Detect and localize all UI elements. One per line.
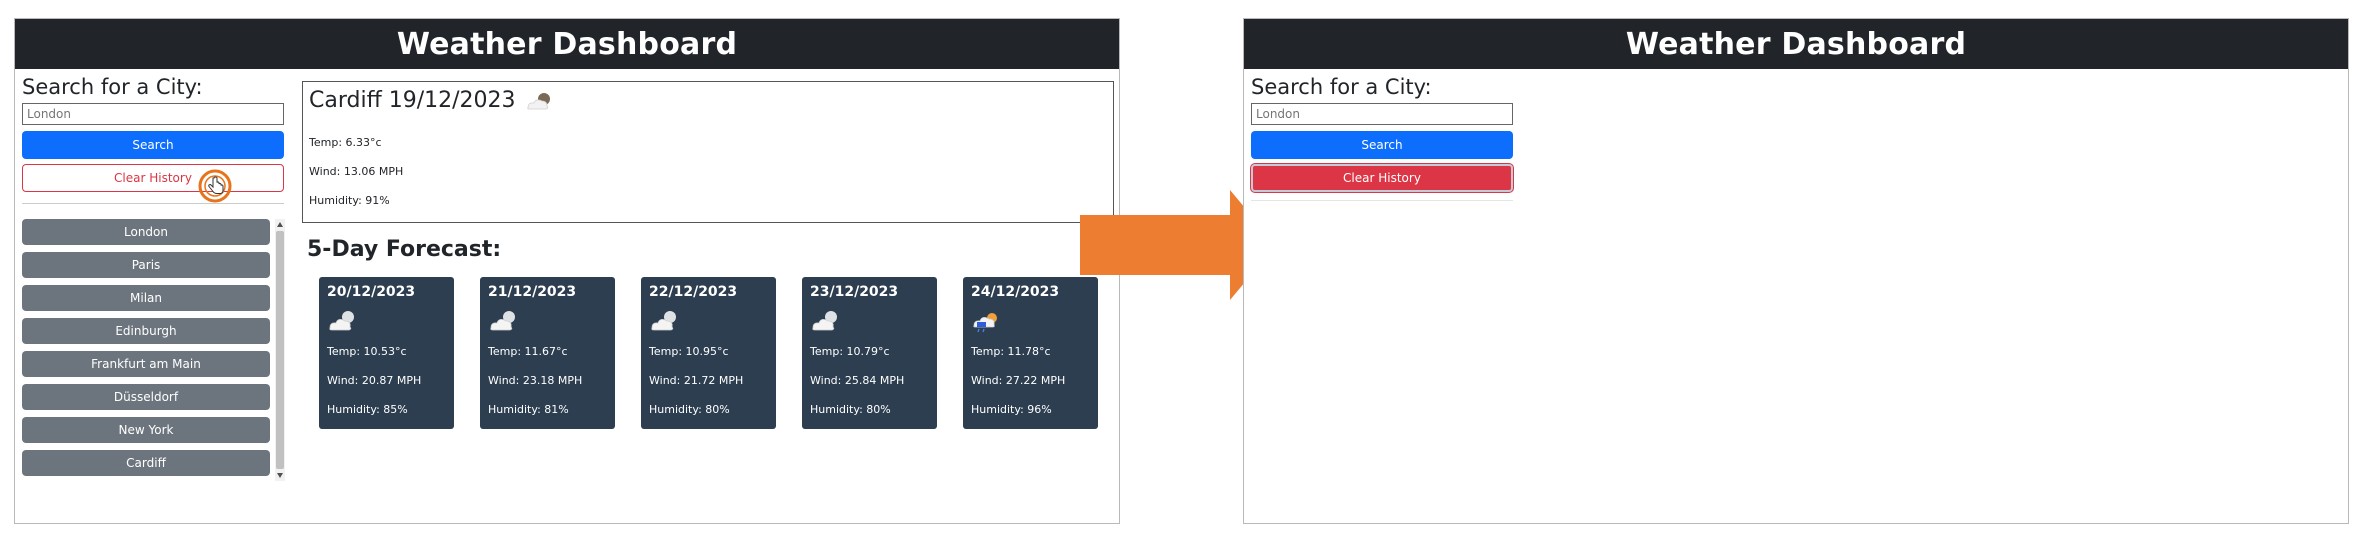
forecast-wind: Wind: 23.18 MPH [488, 374, 583, 387]
forecast-wind: Wind: 20.87 MPH [327, 374, 422, 387]
partly-cloudy-icon [490, 311, 515, 331]
page-title: Weather Dashboard [1625, 26, 1967, 62]
forecast-temp: Temp: 10.95°c [649, 345, 729, 358]
partly-cloudy-icon [526, 92, 550, 109]
forecast-date: 20/12/2023 [327, 284, 416, 300]
dashboard-before: Weather Dashboard Search for a City: Sea… [14, 18, 1120, 524]
forecast-humidity: Humidity: 80% [810, 403, 891, 416]
city-search-input[interactable] [1251, 103, 1513, 125]
clear-history-button[interactable]: Clear History [22, 164, 284, 192]
forecast-temp: Temp: 11.67°c [488, 345, 568, 358]
current-weather-card: Cardiff 19/12/2023 Temp: 6.33°c Wind: 13… [302, 81, 1114, 223]
forecast-temp: Temp: 10.79°c [810, 345, 890, 358]
rain-sun-icon [973, 313, 997, 333]
history-item-milan[interactable]: Milan [22, 285, 270, 311]
history-item-paris[interactable]: Paris [22, 252, 270, 278]
forecast-date: 21/12/2023 [488, 284, 577, 300]
partly-cloudy-icon [651, 311, 676, 331]
forecast-date: 24/12/2023 [971, 284, 1060, 300]
forecast-card-4: 23/12/2023 Temp: 10.79°c Wind: 25.84 MPH… [802, 277, 937, 429]
search-button[interactable]: Search [1251, 131, 1513, 159]
divider [22, 203, 284, 204]
forecast-temp: Temp: 10.53°c [327, 345, 407, 358]
forecast-humidity: Humidity: 96% [971, 403, 1052, 416]
current-temp: Temp: 6.33°c [309, 136, 382, 149]
scroll-thumb[interactable] [276, 231, 284, 469]
forecast-card-1: 20/12/2023 Temp: 10.53°c Wind: 20.87 MPH… [319, 277, 454, 429]
current-city-date: Cardiff 19/12/2023 [309, 88, 516, 113]
forecast-humidity: Humidity: 81% [488, 403, 569, 416]
click-cursor-icon [198, 169, 232, 203]
page-header: Weather Dashboard [15, 19, 1119, 69]
scroll-down-arrow-icon[interactable] [277, 473, 283, 478]
history-item-dusseldorf[interactable]: Düsseldorf [22, 384, 270, 410]
history-item-cardiff[interactable]: Cardiff [22, 450, 270, 476]
partly-cloudy-icon [329, 311, 354, 331]
forecast-wind: Wind: 25.84 MPH [810, 374, 905, 387]
history-item-edinburgh[interactable]: Edinburgh [22, 318, 270, 344]
scroll-up-arrow-icon[interactable] [277, 222, 283, 227]
history-item-frankfurt[interactable]: Frankfurt am Main [22, 351, 270, 377]
history-scrollbar[interactable] [275, 219, 285, 481]
search-title: Search for a City: [22, 75, 203, 99]
forecast-temp: Temp: 11.78°c [971, 345, 1051, 358]
divider [1251, 200, 1513, 201]
current-humidity: Humidity: 91% [309, 194, 390, 207]
search-button[interactable]: Search [22, 131, 284, 159]
history-item-new-york[interactable]: New York [22, 417, 270, 443]
forecast-card-5: 24/12/2023 Temp: 11.78°c Wind: 27.22 MPH… [963, 277, 1098, 429]
forecast-humidity: Humidity: 80% [649, 403, 730, 416]
forecast-humidity: Humidity: 85% [327, 403, 408, 416]
page-title: Weather Dashboard [396, 26, 738, 62]
partly-cloudy-icon [812, 311, 837, 331]
forecast-card-2: 21/12/2023 Temp: 11.67°c Wind: 23.18 MPH… [480, 277, 615, 429]
current-weather-title: Cardiff 19/12/2023 [309, 88, 554, 113]
forecast-title: 5-Day Forecast: [307, 237, 502, 262]
forecast-card-3: 22/12/2023 Temp: 10.95°c Wind: 21.72 MPH… [641, 277, 776, 429]
clear-history-button[interactable]: Clear History [1251, 164, 1513, 192]
forecast-wind: Wind: 21.72 MPH [649, 374, 744, 387]
dashboard-after: Weather Dashboard Search for a City: Sea… [1243, 18, 2349, 524]
forecast-date: 22/12/2023 [649, 284, 738, 300]
history-item-london[interactable]: London [22, 219, 270, 245]
current-wind: Wind: 13.06 MPH [309, 165, 404, 178]
forecast-date: 23/12/2023 [810, 284, 899, 300]
page-header: Weather Dashboard [1244, 19, 2348, 69]
search-title: Search for a City: [1251, 75, 1432, 99]
search-history-list: London Paris Milan Edinburgh Frankfurt a… [22, 219, 285, 481]
city-search-input[interactable] [22, 103, 284, 125]
forecast-wind: Wind: 27.22 MPH [971, 374, 1066, 387]
